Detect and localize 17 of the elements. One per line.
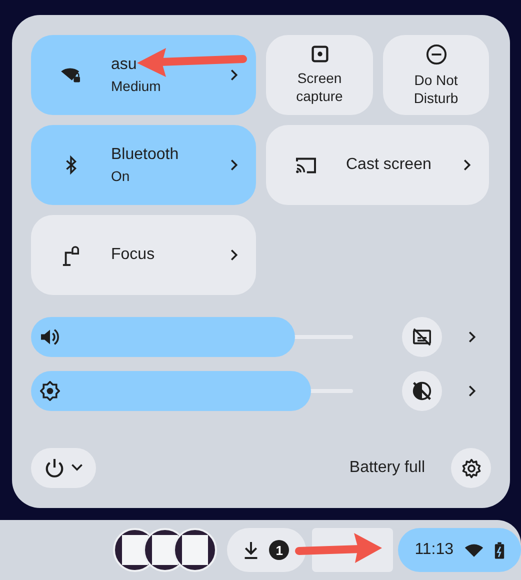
bluetooth-tile[interactable]: Bluetooth On (31, 125, 256, 205)
tile-status: On (111, 168, 131, 184)
cast-screen-tile[interactable]: Cast screen (266, 125, 489, 205)
battery-status: Battery full (349, 459, 425, 477)
wifi-tile[interactable]: asu Medium (31, 35, 256, 115)
tile-label: Screen capture (295, 69, 344, 105)
focus-tile[interactable]: Focus (31, 215, 256, 295)
tile-label: asu (111, 56, 137, 74)
tile-label: Focus (111, 246, 155, 264)
tile-status: Medium (111, 78, 162, 94)
tile-label: Cast screen (346, 156, 432, 174)
tile-label: Bluetooth (111, 146, 179, 164)
status-area-button[interactable]: 11:13 (398, 528, 521, 572)
tile-label: Do Not Disturb (412, 70, 460, 106)
do-not-disturb-tile[interactable]: Do Not Disturb (383, 35, 489, 115)
screen-capture-tile[interactable]: Screen capture (266, 35, 373, 115)
downloads-button[interactable]: 1 (227, 528, 306, 572)
